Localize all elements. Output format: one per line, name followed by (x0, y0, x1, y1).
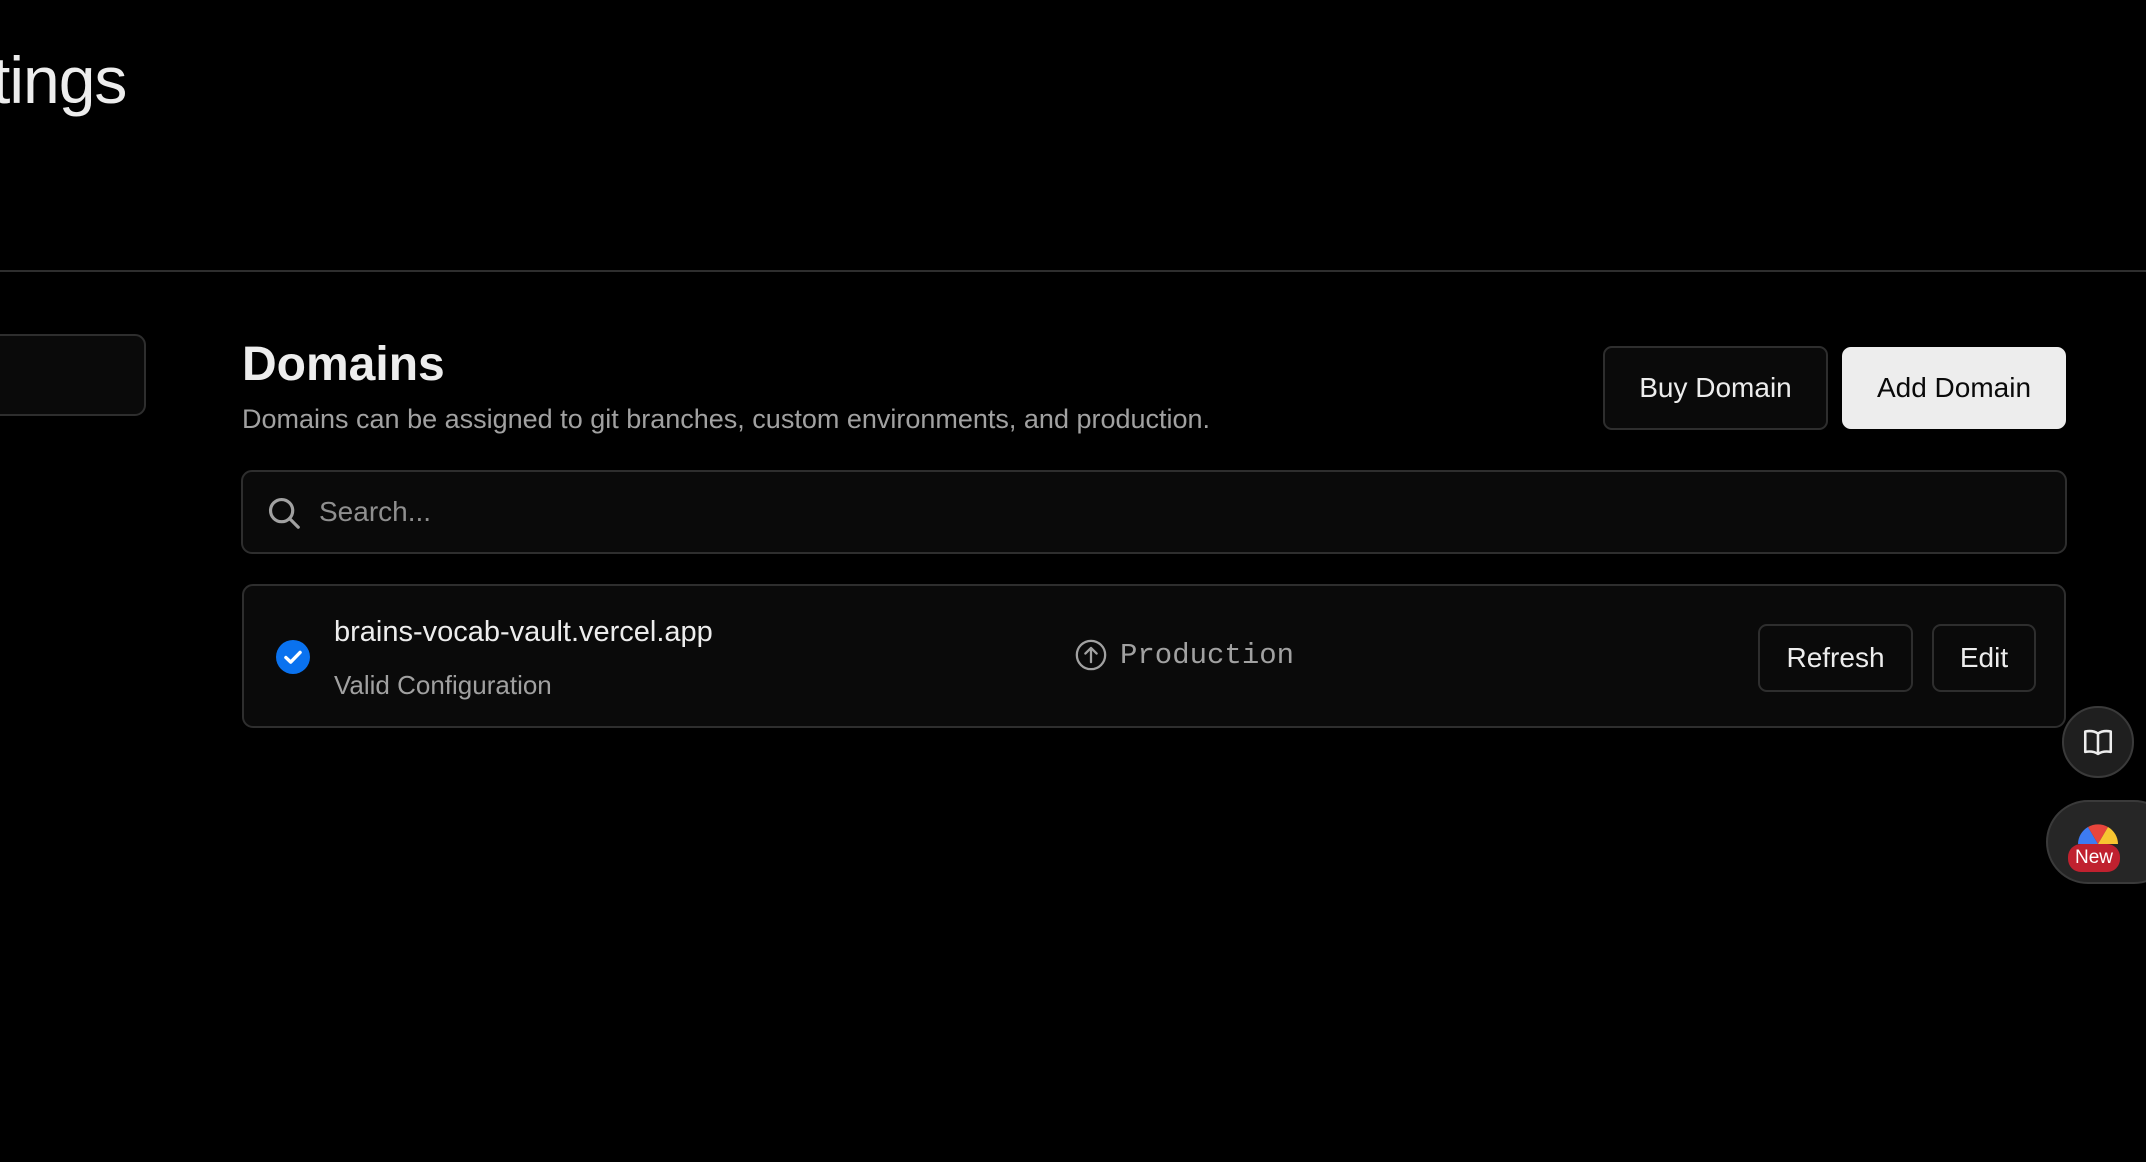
domain-status: Valid Configuration (334, 670, 552, 700)
new-badge: New (2068, 844, 2121, 872)
whats-new-button[interactable]: New (2046, 800, 2146, 884)
add-domain-button[interactable]: Add Domain (1842, 347, 2066, 429)
search-box[interactable] (241, 470, 2067, 554)
search-input[interactable] (319, 472, 2019, 552)
page-title: tings (0, 43, 127, 117)
buy-domain-button[interactable]: Buy Domain (1603, 346, 1828, 430)
domain-row: brains-vocab-vault.vercel.app Valid Conf… (242, 584, 2066, 728)
environment-indicator: Production (1074, 638, 1294, 672)
domain-name-link[interactable]: brains-vocab-vault.vercel.app (334, 616, 713, 649)
page: tings Domains Domains can be assigned to… (0, 0, 2146, 1162)
header-divider (0, 270, 2146, 272)
refresh-button[interactable]: Refresh (1758, 624, 1913, 692)
search-icon (268, 497, 300, 529)
book-open-icon (2083, 729, 2113, 756)
docs-button[interactable] (2062, 706, 2134, 778)
environment-label: Production (1120, 638, 1295, 672)
domains-subtitle: Domains can be assigned to git branches,… (242, 404, 1211, 434)
check-circle-icon (276, 640, 310, 674)
arrow-up-circle-icon (1075, 639, 1107, 671)
domains-title: Domains (242, 338, 445, 391)
colorful-logo-icon (2078, 824, 2118, 844)
sidebar-nav-item[interactable] (0, 334, 146, 416)
edit-button[interactable]: Edit (1932, 624, 2036, 692)
